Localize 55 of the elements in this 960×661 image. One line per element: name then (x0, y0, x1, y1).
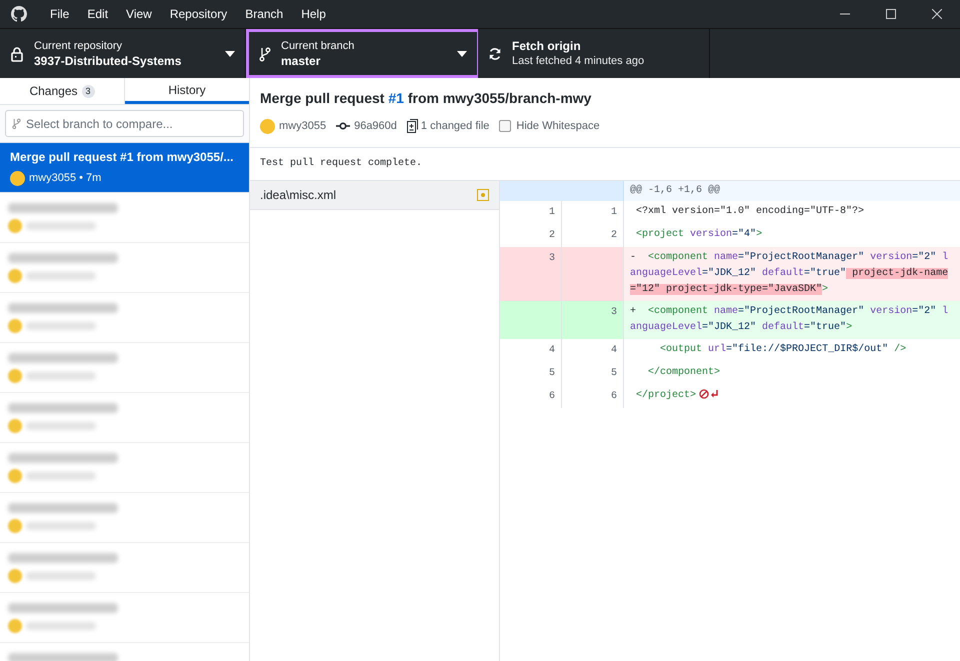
code-line: <output url="file://$PROJECT_DIR$/out" /> (659, 342, 908, 356)
code-line: <?xml version="1.0" encoding="UTF-8"?> (635, 204, 866, 218)
menu-item[interactable]: File (41, 0, 78, 28)
commit-list-item[interactable]: Merge pull request #1 from mwy3055/... mwy3055 • 7m (0, 143, 249, 193)
fetch-button[interactable]: Fetch origin Last fetched 4 minutes ago (478, 29, 710, 78)
menu-item[interactable]: Help (292, 0, 335, 28)
avatar-icon (260, 118, 275, 134)
caret-down-icon (457, 50, 467, 56)
toolbar-dropdown[interactable]: Current branch master (246, 29, 478, 78)
sync-icon (488, 46, 502, 60)
avatar-icon (10, 171, 25, 186)
branch-compare-field[interactable]: Select branch to compare... (5, 110, 244, 137)
toolbar-label: Fetch origin (512, 38, 582, 54)
line-number-gutter: 4 (500, 338, 562, 362)
file-name: .idea\misc.xml (260, 186, 336, 204)
toolbar-label: Current repository (34, 38, 124, 54)
commit-title: Merge pull request #1 from mwy3055/... (10, 149, 234, 166)
hunk-header: @@ -1,6 +1,6 @@ (624, 180, 960, 200)
line-number-gutter: 3 (562, 300, 624, 338)
menu-item[interactable]: Edit (78, 0, 118, 28)
changed-files-count: 1 changed file (420, 119, 490, 134)
octocat-logo-icon (11, 6, 27, 22)
branch-icon (12, 117, 21, 130)
maximize-icon (886, 9, 896, 19)
caret-down-icon (225, 50, 235, 56)
count-badge: 3 (82, 84, 95, 98)
commit-meta: mwy3055 • 7m (29, 171, 102, 186)
file-list-item[interactable]: .idea\misc.xml (250, 180, 499, 210)
line-number-gutter (562, 246, 624, 300)
toolbar-value: 3937-Distributed-Systems (34, 54, 182, 68)
line-number-gutter: 3 (500, 246, 562, 300)
code-line: - <component name="ProjectRootManager" version="2" languageLevel="JDK_12" default="true" project-jdk-name="12" project-jdk-type="JavaSDK"> (629, 250, 950, 296)
toolbar-value: master (281, 54, 322, 68)
code-line: </component> (647, 366, 722, 380)
menu-item[interactable]: Branch (236, 0, 292, 28)
author-name: mwy3055 (279, 119, 326, 134)
tab[interactable]: Changes 3 (0, 78, 125, 104)
line-number-gutter: 4 (562, 338, 624, 362)
checkbox-label: Hide Whitespace (516, 119, 600, 134)
menu-item[interactable]: View (117, 0, 161, 28)
code-line: <project version="4"> (635, 228, 764, 242)
commit-icon (336, 122, 350, 130)
commit-title: Merge pull request #1 from mwy3055/branch-mwy (260, 89, 592, 108)
checkbox[interactable] (499, 120, 512, 132)
menu-item[interactable]: Repository (160, 0, 236, 28)
close-icon (932, 9, 942, 19)
toolbar-label: Current branch (281, 38, 356, 54)
branch-icon (259, 46, 271, 62)
code-line: </project> (624, 384, 960, 408)
diff-file-icon (406, 119, 418, 134)
modified-status-icon (477, 188, 489, 200)
code-line: + <component name="ProjectRootManager" version="2" languageLevel="JDK_12" default="true"> (629, 304, 950, 334)
lock-icon (10, 46, 24, 62)
toolbar-value: Last fetched 4 minutes ago (512, 54, 646, 68)
commit-sha: 96a960d (354, 119, 397, 134)
